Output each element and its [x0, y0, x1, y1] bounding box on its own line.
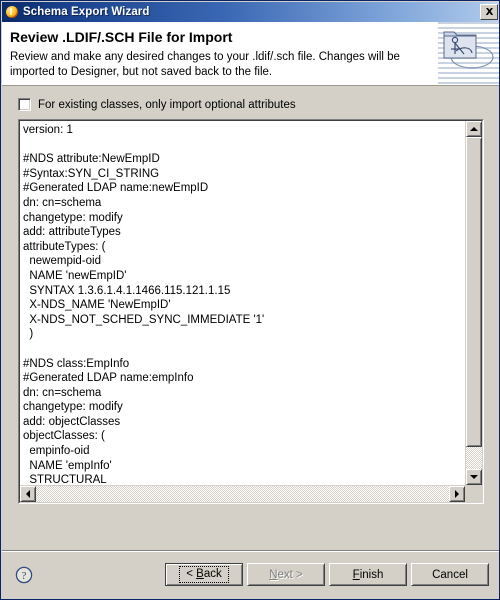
next-button: Next >	[247, 563, 325, 586]
dialog-body: For existing classes, only import option…	[2, 86, 499, 551]
arrow-up-glyph	[470, 127, 478, 131]
vertical-scrollbar[interactable]	[465, 121, 482, 485]
wizard-button-row: < Back Next > Finish Cancel	[165, 563, 489, 586]
existing-classes-checkbox-label: For existing classes, only import option…	[38, 98, 296, 111]
next-mnemonic: N	[269, 568, 278, 581]
folder-with-compass-icon	[438, 22, 499, 85]
arrow-left-glyph	[26, 490, 30, 498]
footer-separator	[2, 550, 499, 551]
finish-button[interactable]: Finish	[329, 563, 407, 586]
finish-suffix: inish	[359, 568, 384, 581]
next-suffix: ext >	[277, 568, 303, 581]
close-icon[interactable]	[480, 4, 498, 20]
wizard-header: Review .LDIF/.SCH File for Import Review…	[2, 22, 499, 86]
next-button-label: Next >	[269, 569, 303, 581]
horizontal-scroll-track[interactable]	[36, 486, 449, 502]
finish-mnemonic: F	[352, 568, 360, 581]
arrow-down-glyph	[470, 475, 478, 479]
vertical-scroll-thumb[interactable]	[466, 137, 482, 447]
dialog-footer: ? < Back Next > Finish Cancel	[2, 550, 499, 599]
schema-export-wizard-dialog: Schema Export Wizard Review .LDIF/.SCH F…	[0, 0, 500, 600]
help-question-icon[interactable]: ?	[15, 566, 33, 584]
existing-classes-checkbox[interactable]	[18, 98, 31, 111]
title-bar: Schema Export Wizard	[2, 2, 499, 22]
scroll-left-arrow-icon[interactable]	[20, 486, 36, 502]
horizontal-scrollbar[interactable]	[20, 485, 465, 502]
back-prefix: <	[186, 568, 197, 580]
scroll-up-arrow-icon[interactable]	[466, 121, 482, 137]
ldif-editor-inner: version: 1 #NDS attribute:NewEmpID #Synt…	[19, 120, 483, 503]
arrow-right-glyph	[455, 490, 459, 498]
back-suffix: ack	[203, 568, 222, 580]
scrollbar-corner	[465, 485, 482, 502]
ldif-sch-content-editor[interactable]: version: 1 #NDS attribute:NewEmpID #Synt…	[23, 123, 453, 483]
svg-text:?: ?	[22, 570, 27, 582]
page-title: Review .LDIF/.SCH File for Import	[10, 29, 233, 45]
back-button[interactable]: < Back	[165, 563, 243, 586]
scroll-right-arrow-icon[interactable]	[449, 486, 465, 502]
cancel-button-label: Cancel	[432, 568, 468, 581]
folder-compass-glyph	[443, 31, 494, 69]
page-description: Review and make any desired changes to y…	[10, 51, 400, 78]
cancel-button[interactable]: Cancel	[411, 563, 489, 586]
existing-classes-checkbox-row[interactable]: For existing classes, only import option…	[18, 98, 296, 111]
close-glyph	[485, 7, 493, 15]
finish-button-label: Finish	[353, 569, 384, 581]
vertical-scroll-track[interactable]	[466, 137, 482, 469]
scroll-down-arrow-icon[interactable]	[466, 469, 482, 485]
window-title: Schema Export Wizard	[23, 6, 150, 18]
novell-orb-icon	[5, 5, 19, 19]
back-mnemonic: B	[196, 568, 204, 580]
ldif-editor-frame: version: 1 #NDS attribute:NewEmpID #Synt…	[18, 119, 484, 504]
back-button-label: < Back	[179, 566, 229, 583]
help-glyph: ?	[15, 566, 33, 584]
